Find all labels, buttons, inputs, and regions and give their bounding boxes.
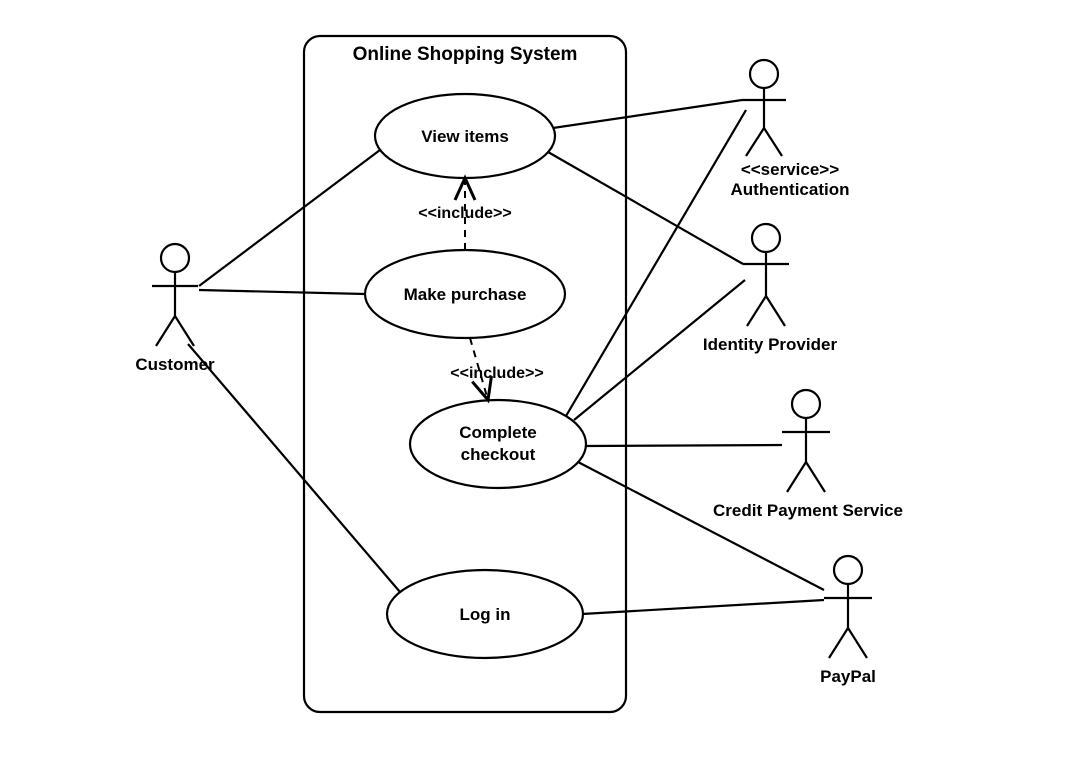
assoc-auth-view xyxy=(553,100,742,128)
assoc-credit-complete xyxy=(586,445,782,446)
assoc-customer-login xyxy=(188,344,400,592)
actor-paypal xyxy=(824,556,872,658)
usecase-login-label: Log in xyxy=(460,605,511,624)
actor-identity-provider xyxy=(743,224,789,326)
actor-auth-label: Authentication xyxy=(731,180,850,199)
include-label-1: <<include>> xyxy=(418,205,511,222)
usecase-make-purchase-label: Make purchase xyxy=(404,285,527,304)
usecase-view-items-label: View items xyxy=(421,127,509,146)
assoc-login-paypal xyxy=(582,600,824,614)
actor-credit-payment-service xyxy=(782,390,830,492)
assoc-customer-view xyxy=(199,150,380,286)
actor-customer-label: Customer xyxy=(135,355,215,374)
assoc-paypal-complete xyxy=(578,462,824,590)
actor-idp-label: Identity Provider xyxy=(703,335,838,354)
actor-paypal-label: PayPal xyxy=(820,667,876,686)
usecase-complete-checkout-label2: checkout xyxy=(461,445,536,464)
system-title: Online Shopping System xyxy=(353,44,578,65)
actor-customer xyxy=(152,244,198,346)
include-label-2: <<include>> xyxy=(450,365,543,382)
actor-authentication xyxy=(742,60,786,156)
usecase-complete-checkout xyxy=(410,400,586,488)
usecase-complete-checkout-label1: Complete xyxy=(459,423,536,442)
actor-credit-label: Credit Payment Service xyxy=(713,501,903,520)
assoc-customer-make xyxy=(199,290,365,294)
actor-auth-stereotype: <<service>> xyxy=(741,160,839,179)
assoc-auth-complete xyxy=(566,110,746,416)
assoc-idp-view xyxy=(548,152,743,264)
